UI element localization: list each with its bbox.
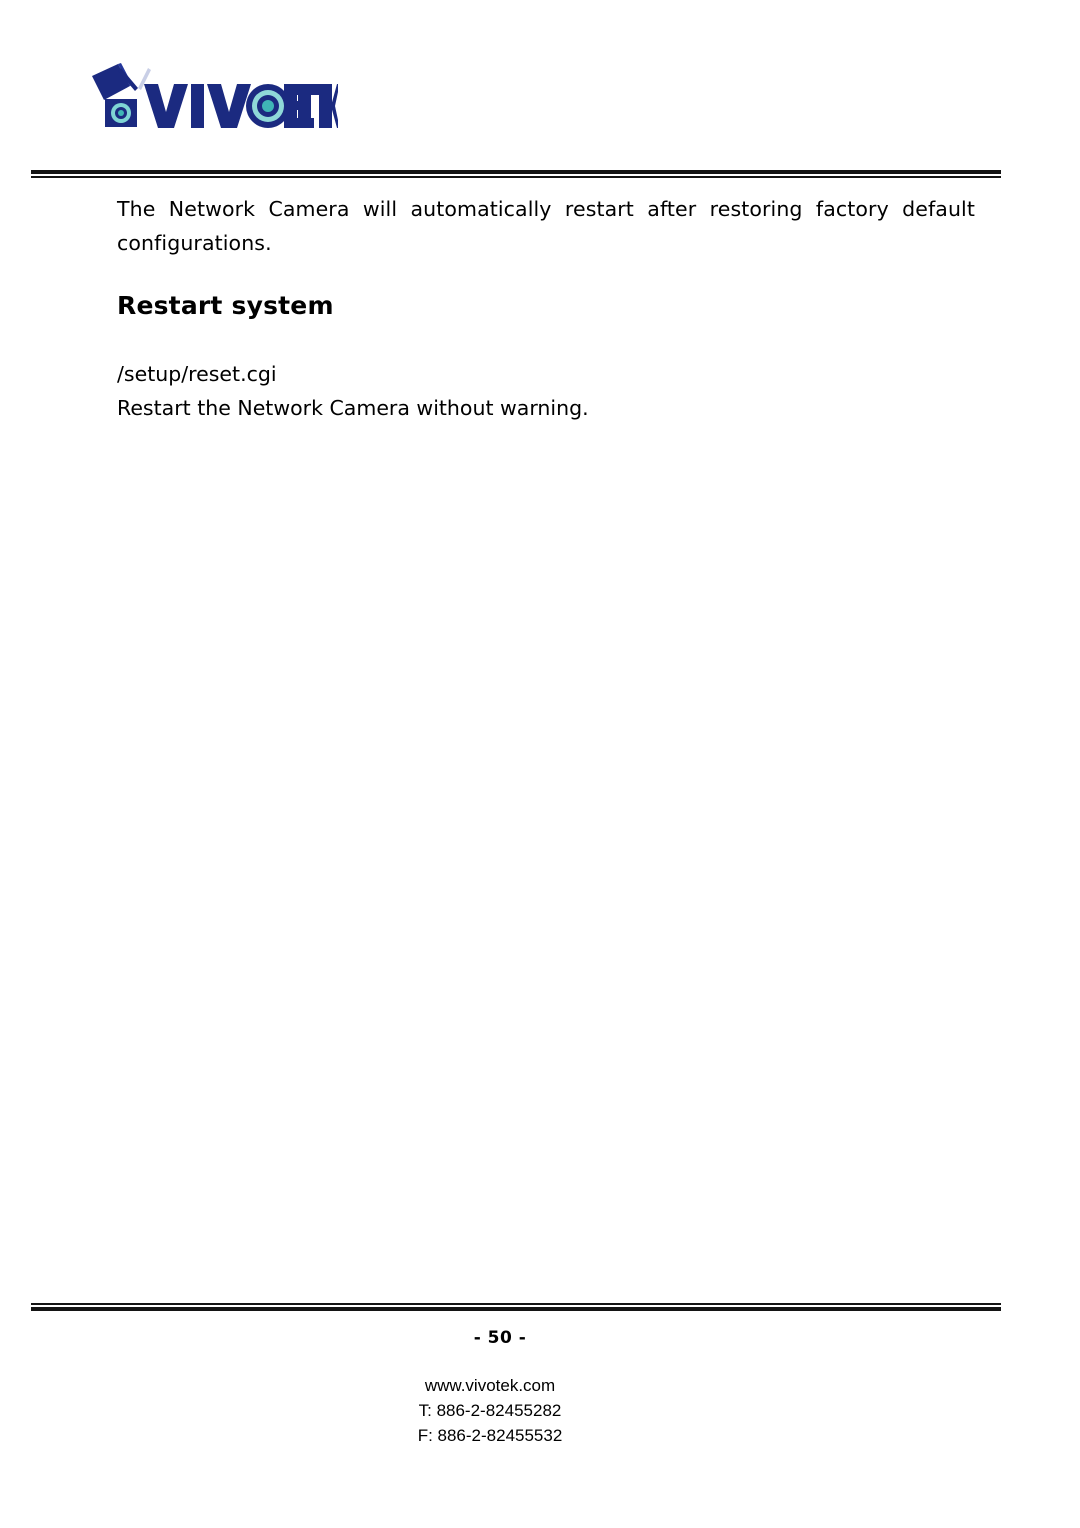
header-divider-thin <box>31 176 1001 178</box>
footer-divider-thick <box>31 1307 1001 1311</box>
footer-divider <box>31 1303 1001 1312</box>
footer-divider-thin <box>31 1303 1001 1305</box>
contact-website: www.vivotek.com <box>424 1376 556 1395</box>
cgi-block: /setup/reset.cgi Restart the Network Cam… <box>117 357 975 425</box>
intro-paragraph: The Network Camera will automatically re… <box>117 197 975 255</box>
cgi-path: /setup/reset.cgi <box>117 362 277 386</box>
contact-fax: F: 886-2-82455532 <box>417 1426 563 1445</box>
header-divider-thick <box>31 170 1001 174</box>
section-heading-restart-system: Restart system <box>117 291 334 320</box>
header-divider <box>31 170 1001 179</box>
vivotek-logo-graphic <box>92 63 338 128</box>
page-content: The Network Camera will automatically re… <box>117 192 975 420</box>
vivotek-logo <box>88 62 338 140</box>
contact-block: www.vivotek.com T: 886-2-82455282 F: 886… <box>0 1373 980 1448</box>
page-number: - 50 - <box>473 1328 527 1348</box>
cgi-description: Restart the Network Camera without warni… <box>117 396 589 420</box>
page-footer: - 50 - www.vivotek.com T: 886-2-82455282… <box>0 1296 1080 1528</box>
network-camera-icon <box>92 63 151 127</box>
page-header <box>0 0 1080 185</box>
contact-telephone: T: 886-2-82455282 <box>418 1401 562 1420</box>
